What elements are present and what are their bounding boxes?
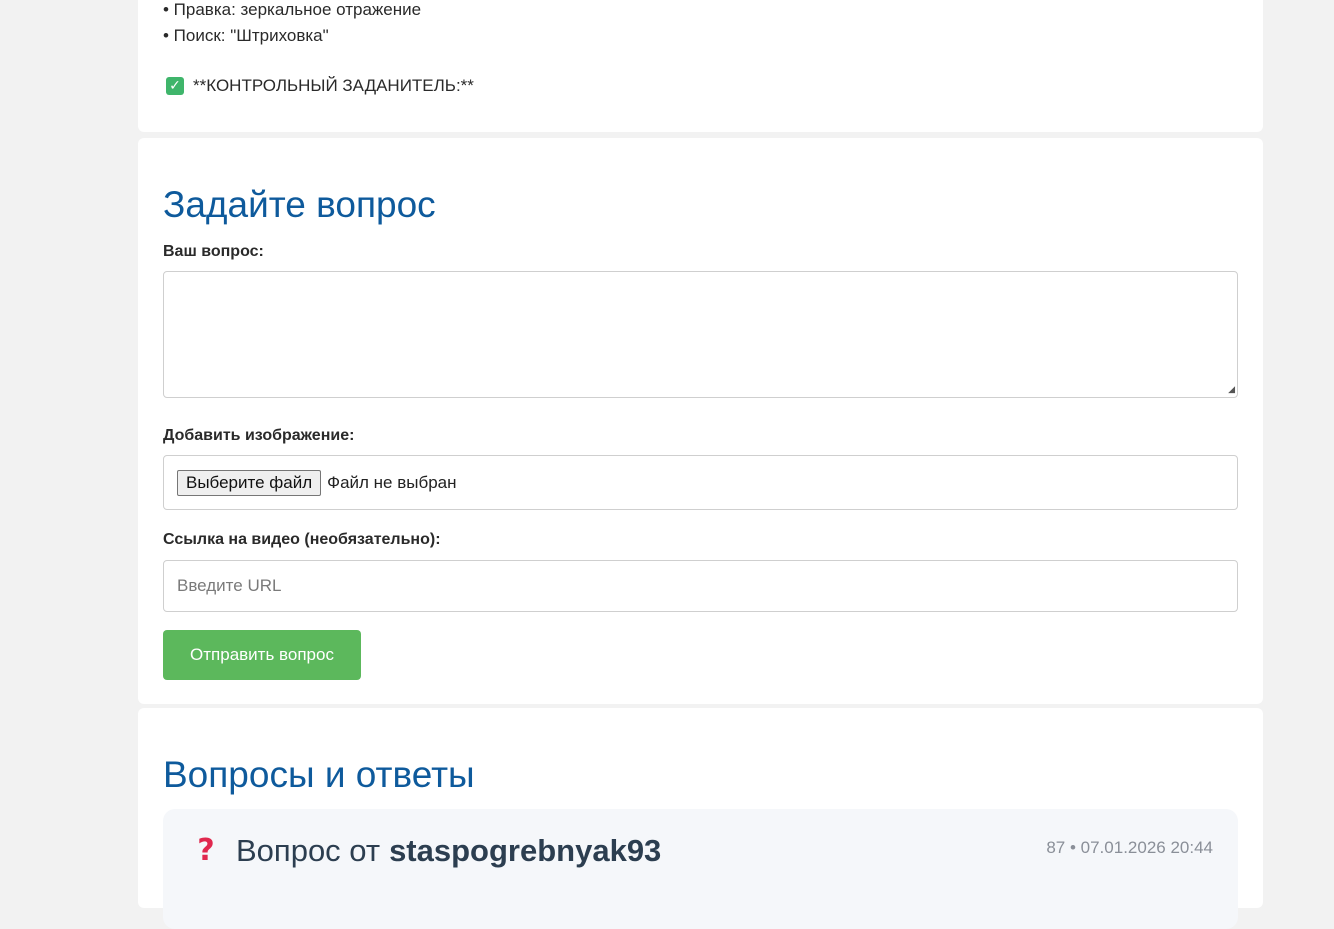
file-status-text: Файл не выбран: [327, 472, 457, 492]
submit-question-button[interactable]: Отправить вопрос: [163, 630, 361, 680]
choose-file-button[interactable]: Выберите файл: [177, 469, 322, 496]
question-header: ? Вопрос от staspogrebnyak93: [193, 833, 661, 869]
question-meta: 87 • 07.01.2026 20:44: [1046, 838, 1213, 857]
check-mark-icon: ✓: [166, 77, 184, 95]
image-file-field: Выберите файл Файл не выбран: [163, 455, 1238, 510]
question-label: Ваш вопрос:: [163, 243, 264, 260]
question-textarea[interactable]: ◢: [163, 271, 1238, 398]
control-setter-text: **КОНТРОЛЬНЫЙ ЗАДАНИТЕЛЬ:**: [193, 76, 474, 95]
ask-question-card: Задайте вопрос Ваш вопрос: ◢ Добавить из…: [138, 138, 1263, 704]
info-line-search: • Поиск: "Штриховка": [163, 26, 329, 45]
qa-title: Вопросы и ответы: [163, 754, 475, 795]
question-author: staspogrebnyak93: [389, 833, 662, 868]
info-card: • Правка: зеркальное отражение • Поиск: …: [138, 0, 1263, 132]
resize-handle-icon[interactable]: ◢: [1225, 385, 1235, 395]
video-url-input[interactable]: [163, 560, 1238, 612]
question-item[interactable]: ? Вопрос от staspogrebnyak93 87 • 07.01.…: [163, 809, 1238, 929]
video-label: Ссылка на видео (необязательно):: [163, 531, 441, 548]
info-line-edit: • Правка: зеркальное отражение: [163, 0, 422, 19]
question-prefix: Вопрос от: [236, 833, 381, 868]
question-mark-icon: ?: [197, 833, 215, 868]
ask-question-title: Задайте вопрос: [163, 184, 436, 225]
control-setter-line: ✓ **КОНТРОЛЬНЫЙ ЗАДАНИТЕЛЬ:**: [166, 76, 474, 96]
image-label: Добавить изображение:: [163, 427, 355, 444]
qa-card: Вопросы и ответы ? Вопрос от staspogrebn…: [138, 708, 1263, 929]
